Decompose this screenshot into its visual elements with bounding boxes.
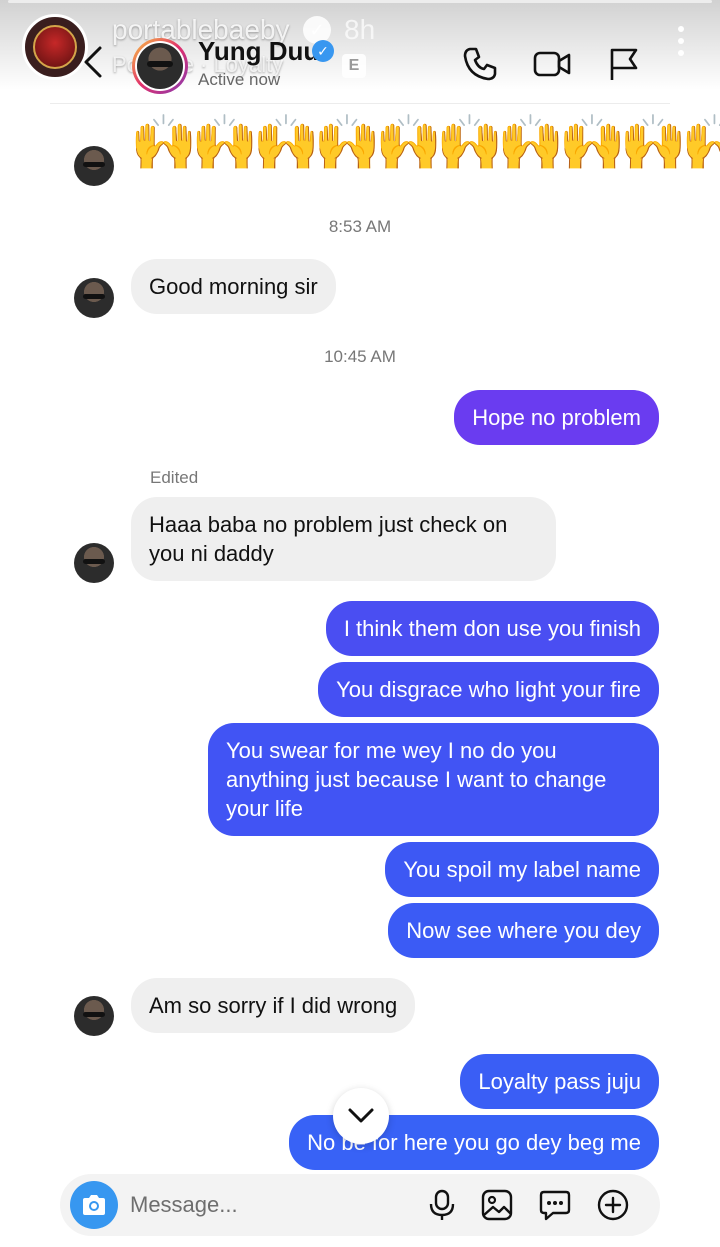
sender-avatar[interactable] bbox=[74, 278, 114, 318]
sender-avatar[interactable] bbox=[74, 146, 114, 186]
story-progress-bar bbox=[8, 0, 712, 3]
timestamp: 8:53 AM bbox=[328, 217, 392, 236]
chevron-down-icon bbox=[348, 1108, 374, 1123]
contact-avatar[interactable] bbox=[132, 38, 188, 94]
edited-label: Edited bbox=[150, 468, 199, 487]
incoming-message[interactable]: Haaa baba no problem just check on you n… bbox=[131, 497, 556, 581]
camera-icon bbox=[83, 1195, 105, 1215]
message-composer bbox=[60, 1174, 660, 1236]
scroll-to-bottom-button[interactable] bbox=[333, 1088, 389, 1144]
sender-avatar[interactable] bbox=[74, 543, 114, 583]
microphone-icon[interactable] bbox=[425, 1188, 459, 1222]
phone-icon[interactable] bbox=[460, 44, 500, 84]
outgoing-message[interactable]: You disgrace who light your fire bbox=[318, 662, 659, 717]
emoji-message[interactable]: 🙌🙌🙌🙌🙌🙌🙌🙌🙌🙌 bbox=[130, 112, 720, 175]
add-icon[interactable] bbox=[596, 1188, 630, 1222]
chat-header: Yung Duu ✓ Active now bbox=[50, 30, 670, 102]
incoming-message[interactable]: Good morning sir bbox=[131, 259, 336, 314]
contact-name[interactable]: Yung Duu bbox=[198, 36, 319, 67]
flag-icon[interactable] bbox=[604, 44, 644, 84]
incoming-message[interactable]: Am so sorry if I did wrong bbox=[131, 978, 416, 1033]
camera-button[interactable] bbox=[70, 1181, 118, 1229]
gallery-icon[interactable] bbox=[480, 1188, 514, 1222]
outgoing-message[interactable]: You spoil my label name bbox=[385, 842, 659, 897]
video-call-icon[interactable] bbox=[532, 44, 572, 84]
outgoing-message[interactable]: I think them don use you finish bbox=[325, 601, 659, 656]
dm-screen: portablebaeby ✓ 8h Portable · Loyalty E … bbox=[0, 0, 720, 1247]
message-input[interactable] bbox=[130, 1188, 410, 1222]
sticker-icon[interactable] bbox=[538, 1188, 572, 1222]
story-progress bbox=[8, 0, 712, 3]
outgoing-message[interactable]: Now see where you dey bbox=[388, 903, 659, 958]
outgoing-message[interactable]: Loyalty pass juju bbox=[460, 1054, 659, 1109]
more-options-icon[interactable] bbox=[676, 26, 686, 62]
outgoing-message[interactable]: You swear for me wey I no do you anythin… bbox=[208, 723, 659, 836]
outgoing-message[interactable]: Hope no problem bbox=[454, 390, 659, 445]
sender-avatar[interactable] bbox=[74, 996, 114, 1036]
active-status: Active now bbox=[198, 70, 281, 89]
timestamp: 10:45 AM bbox=[324, 347, 396, 366]
back-icon[interactable] bbox=[78, 42, 108, 82]
verified-icon: ✓ bbox=[312, 40, 334, 62]
header-divider bbox=[50, 103, 670, 104]
